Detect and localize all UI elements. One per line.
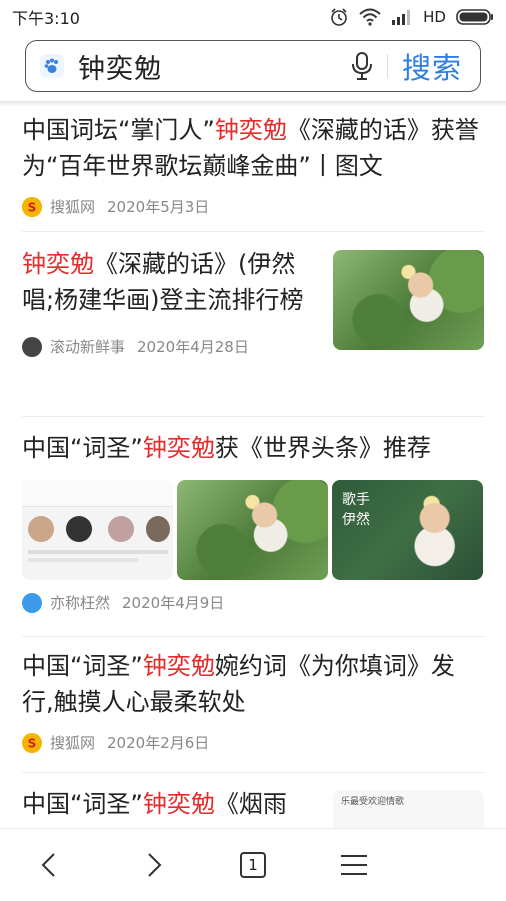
thumbnail-caption: 乐最受欢迎情歌: [341, 797, 405, 807]
bottom-navigation: 1: [0, 828, 506, 901]
status-time: 下午3:10: [12, 9, 80, 28]
microphone-icon[interactable]: [347, 49, 377, 83]
result-title[interactable]: 中国“词圣”钟奕勉婉约词《为你填词》发行,触摸人心最柔软处: [22, 648, 484, 720]
forward-button[interactable]: [136, 847, 172, 883]
back-button[interactable]: [31, 847, 67, 883]
sohu-icon: S: [22, 732, 42, 753]
chevron-right-icon: [148, 853, 162, 877]
svg-text:S: S: [28, 200, 37, 214]
publish-date: 2020年4月9日: [122, 594, 225, 612]
battery-icon: [456, 9, 493, 25]
divider: [22, 636, 484, 637]
source-name: 搜狐网: [50, 198, 96, 216]
result-title[interactable]: 中国词坛“掌门人”钟奕勉《深藏的话》获誉为“百年世界歌坛巅峰金曲”丨图文: [22, 112, 484, 184]
thumbnail-row: 歌手 伊然: [22, 480, 484, 580]
source-avatar-icon: [22, 336, 42, 357]
signal-icon: [392, 10, 411, 25]
wifi-icon: [359, 8, 381, 26]
source-name: 搜狐网: [50, 734, 96, 752]
tabs-button[interactable]: 1: [235, 847, 271, 883]
alarm-icon: [331, 8, 347, 26]
result-thumbnail[interactable]: 歌手 伊然: [332, 480, 483, 580]
chevron-left-icon: [41, 853, 55, 877]
result-thumbnail[interactable]: [333, 250, 484, 350]
result-card[interactable]: 中国“词圣”钟奕勉获《世界头条》推荐 歌手 伊然 亦称枉然 2020年4月9日: [22, 430, 484, 613]
result-card[interactable]: 中国“词圣”钟奕勉婉约词《为你填词》发行,触摸人心最柔软处 S 搜狐网 2020…: [22, 648, 484, 753]
result-title[interactable]: 钟奕勉《深藏的话》(伊然唱;杨建华画)登主流排行榜: [22, 246, 312, 318]
search-input[interactable]: 钟奕勉: [78, 47, 347, 86]
network-type: HD: [423, 8, 446, 26]
source-avatar-icon: [22, 592, 42, 613]
source-name: 亦称枉然: [50, 594, 111, 612]
menu-icon: [341, 855, 367, 875]
tab-count: 1: [248, 856, 258, 874]
result-meta: S 搜狐网 2020年2月6日: [22, 732, 484, 753]
result-meta: S 搜狐网 2020年5月3日: [22, 196, 484, 217]
thumbnail-caption: 歌手 伊然: [342, 492, 370, 528]
result-thumbnail[interactable]: [177, 480, 328, 580]
source-name: 滚动新鲜事: [50, 338, 126, 356]
result-card[interactable]: 钟奕勉《深藏的话》(伊然唱;杨建华画)登主流排行榜 滚动新鲜事 2020年4月2…: [22, 246, 484, 357]
result-card[interactable]: 中国词坛“掌门人”钟奕勉《深藏的话》获誉为“百年世界歌坛巅峰金曲”丨图文 S 搜…: [22, 112, 484, 217]
result-thumbnail[interactable]: [22, 480, 173, 580]
search-bar[interactable]: 钟奕勉 搜索: [25, 40, 481, 92]
results-feed[interactable]: 中国词坛“掌门人”钟奕勉《深藏的话》获誉为“百年世界歌坛巅峰金曲”丨图文 S 搜…: [0, 100, 506, 828]
tab-count-icon: 1: [240, 852, 266, 878]
divider: [22, 416, 484, 417]
search-button[interactable]: 搜索: [402, 45, 462, 87]
divider: [22, 231, 484, 232]
baidu-paw-icon: [40, 54, 64, 78]
divider: [22, 772, 484, 773]
result-thumbnail[interactable]: 乐最受欢迎情歌: [333, 790, 484, 828]
publish-date: 2020年5月3日: [107, 198, 210, 216]
result-card[interactable]: 中国“词圣”钟奕勉《烟雨 乐最受欢迎情歌: [22, 786, 484, 828]
publish-date: 2020年2月6日: [107, 734, 210, 752]
status-bar: 下午3:10 HD: [0, 0, 506, 34]
menu-button[interactable]: [336, 847, 372, 883]
search-divider: [386, 54, 388, 78]
result-title[interactable]: 中国“词圣”钟奕勉获《世界头条》推荐: [22, 430, 484, 466]
publish-date: 2020年4月28日: [137, 338, 249, 356]
sohu-icon: S: [22, 196, 42, 217]
result-meta: 亦称枉然 2020年4月9日: [22, 592, 484, 613]
svg-text:S: S: [28, 736, 37, 750]
